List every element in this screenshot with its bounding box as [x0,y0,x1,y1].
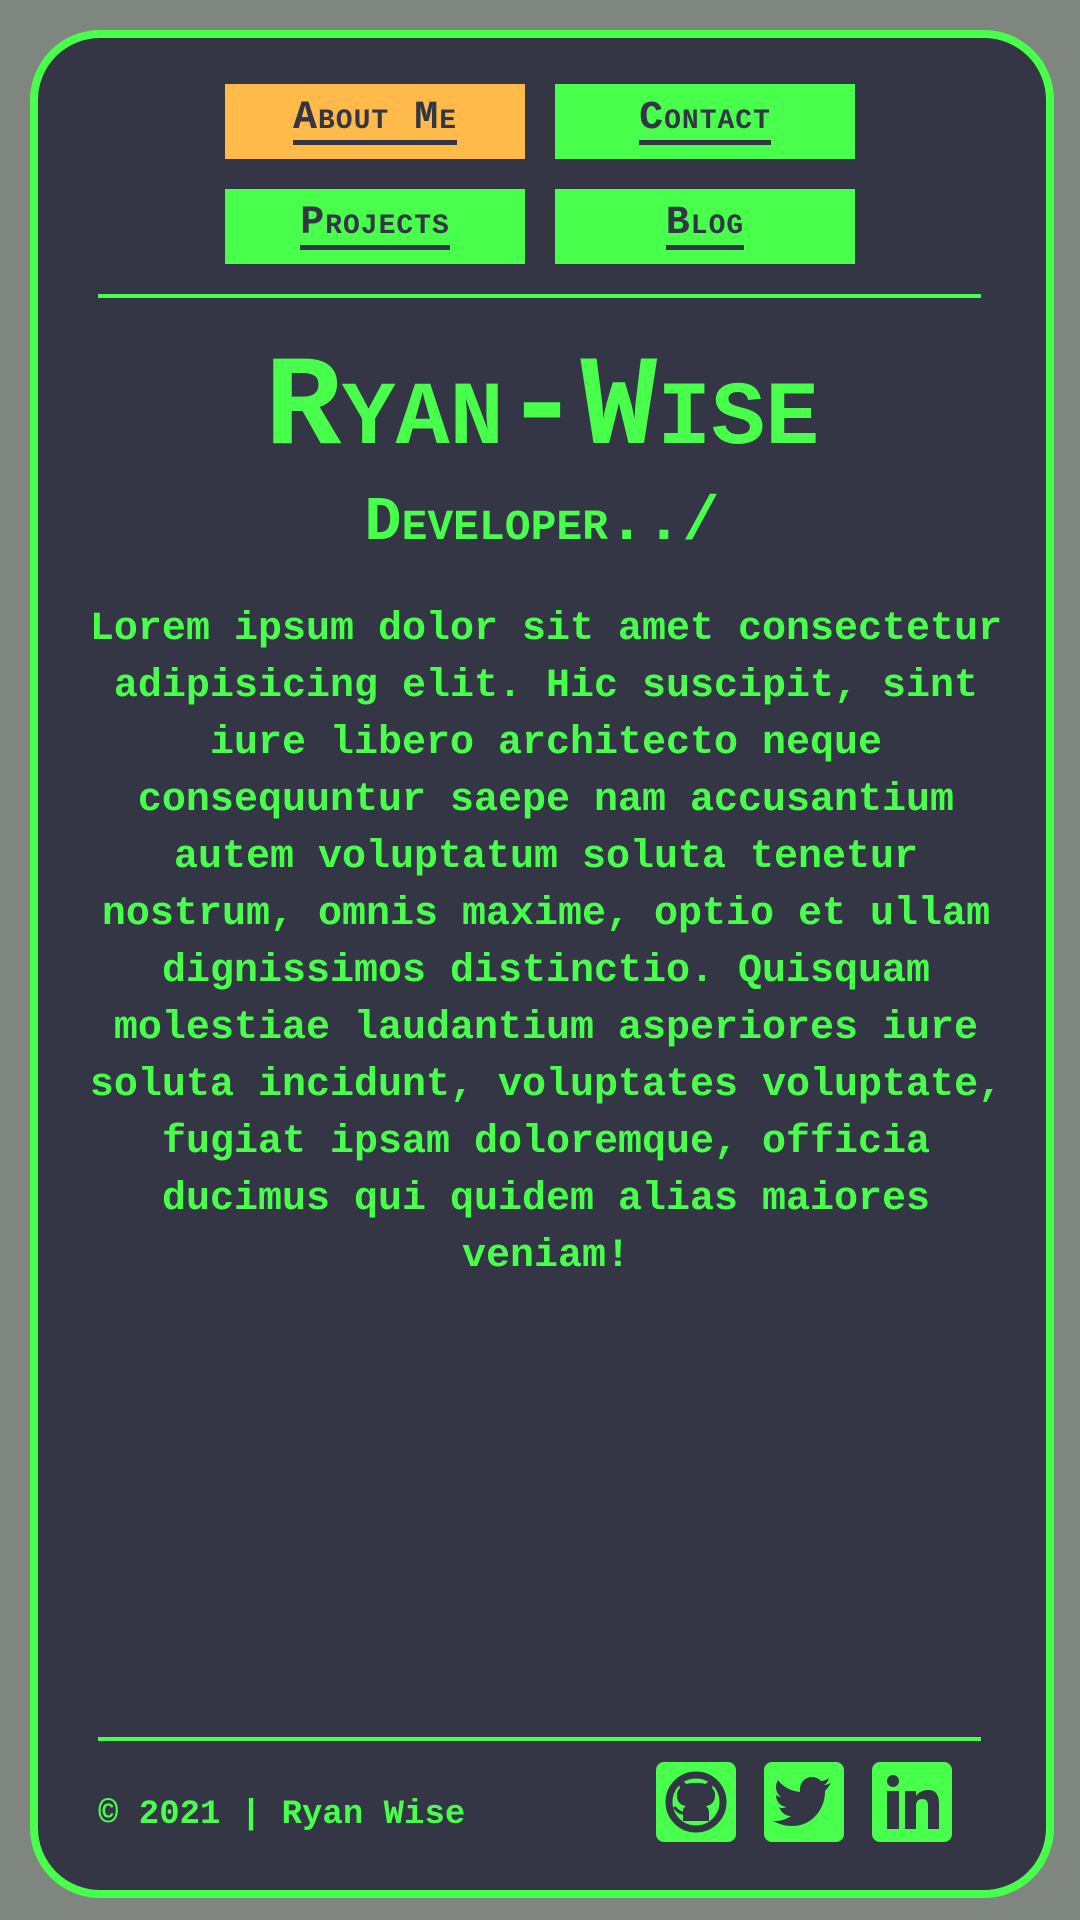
role-subtitle: Developer../ [364,487,720,558]
nav-blog-label: Blog [665,203,745,250]
main-nav: About Me Contact Projects Blog [38,38,1046,264]
top-divider [98,294,981,298]
twitter-link[interactable] [764,1762,844,1842]
nav-about-me-button[interactable]: About Me [225,84,525,159]
nav-contact-label: Contact [639,98,771,145]
nav-projects-label: Projects [300,203,450,250]
linkedin-link[interactable] [872,1762,952,1842]
nav-projects-button[interactable]: Projects [225,189,525,264]
nav-contact-button[interactable]: Contact [555,84,855,159]
linkedin-icon [887,1775,939,1829]
bio-paragraph: Lorem ipsum dolor sit amet consectetur a… [89,607,1003,1279]
page-title: Ryan-Wise [264,337,820,482]
nav-about-me-label: About Me [292,98,458,145]
twitter-icon [773,1777,831,1826]
nav-blog-button[interactable]: Blog [555,189,855,264]
github-link[interactable] [656,1762,736,1842]
portfolio-card: About Me Contact Projects Blog Ryan-Wise… [30,30,1054,1898]
bottom-divider [98,1737,981,1741]
copyright-text: © 2021 | Ryan Wise [98,1796,466,1834]
github-icon [665,1771,727,1833]
